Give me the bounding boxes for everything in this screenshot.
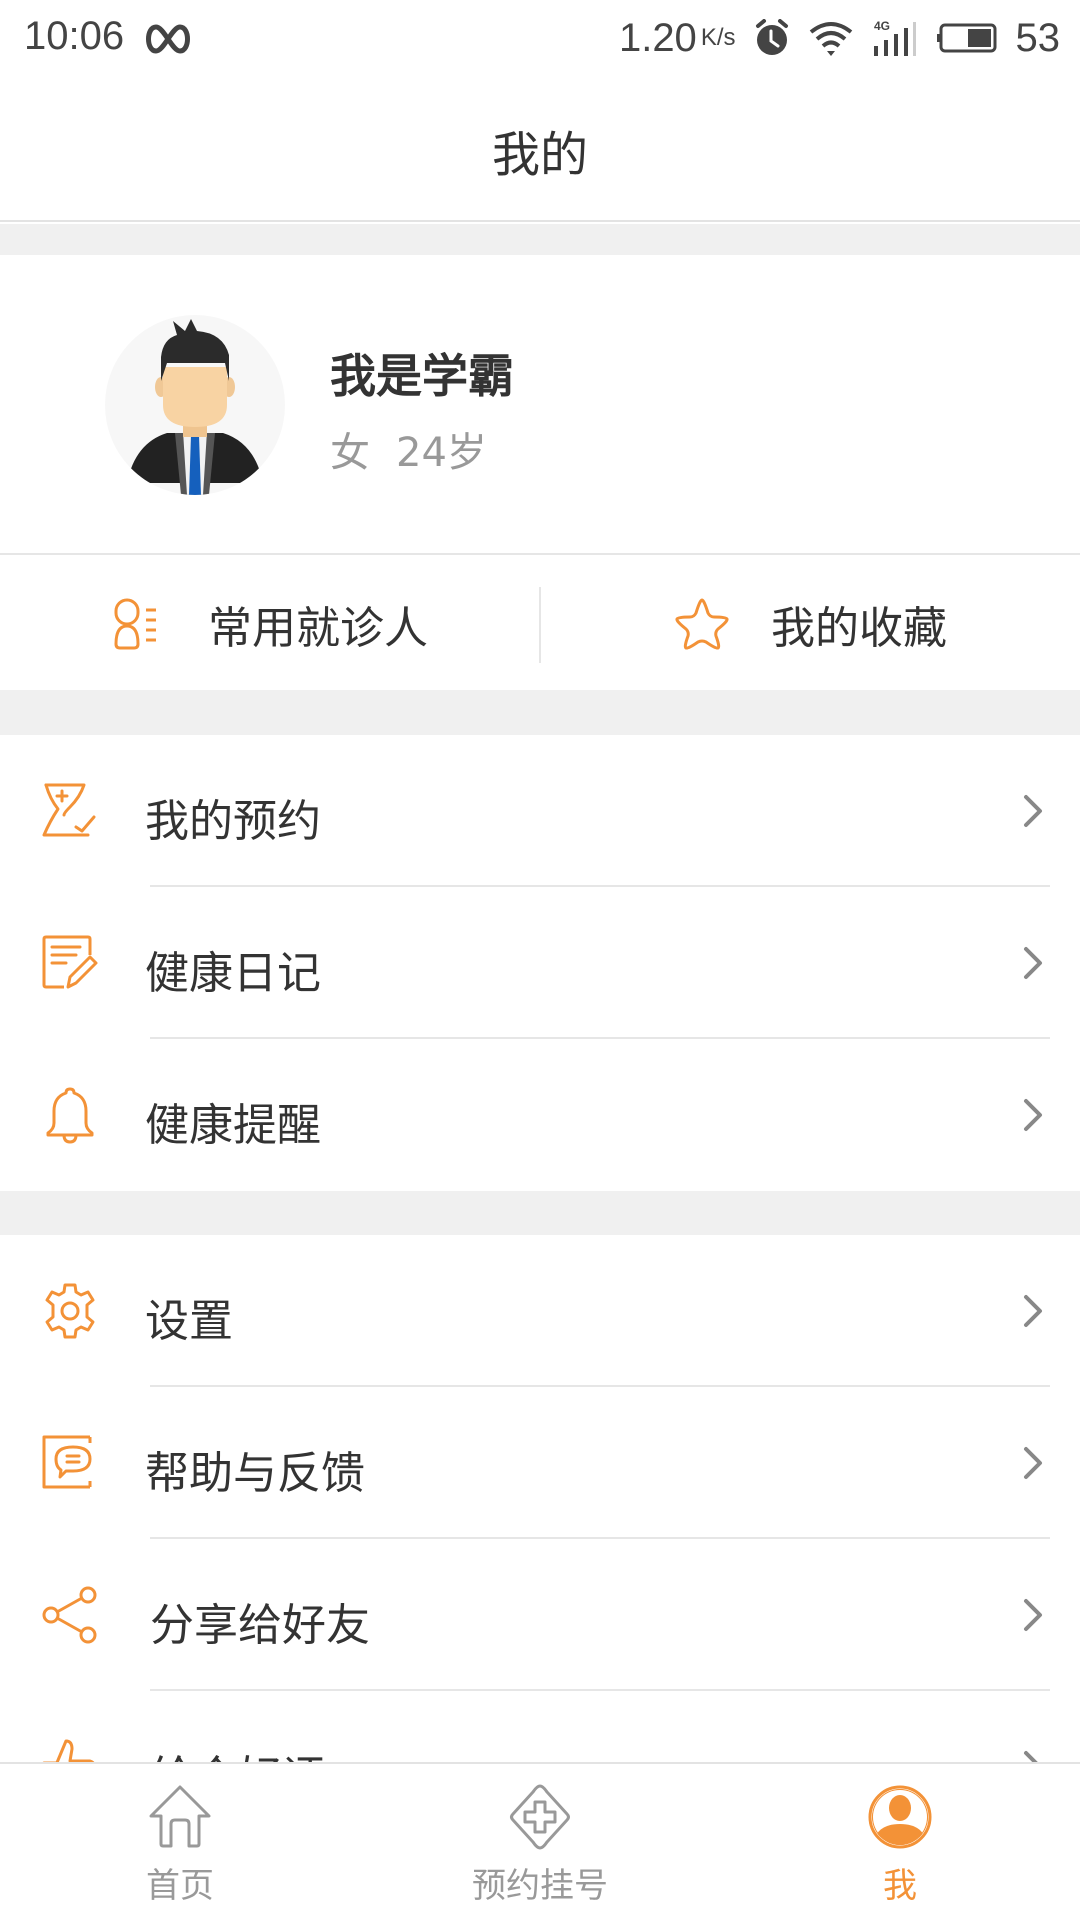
nav-tab-me[interactable]: 我 [720,1764,1080,1920]
page-title: 我的 [491,127,588,183]
vertical-divider [539,587,541,663]
quick-item-label: 常用就诊人 [208,602,428,654]
nav-label: 我 [883,1866,917,1906]
quick-item-label: 我的收藏 [771,602,947,654]
menu-item-my-appointments[interactable]: 我的预约 [0,735,1080,887]
bell-icon [46,1087,94,1144]
menu-group-1: 我的预约 健康日记 健康提醒 [0,735,1080,1191]
page-header: 我的 [0,80,1080,222]
status-bar: 10:06 1.20 K/s 4G 53 [0,0,1080,80]
nav-label: 首页 [146,1866,214,1906]
menu-item-label: 健康日记 [145,948,321,999]
menu-item-label: 帮助与反馈 [145,1448,365,1499]
profile-age: 24岁 [396,430,487,476]
home-icon [149,1785,211,1848]
menu-item-health-reminder[interactable]: 健康提醒 [0,1039,1080,1191]
signal-4g-icon: 4G [873,19,916,56]
menu-item-label: 健康提醒 [145,1100,321,1151]
patients-icon [114,598,156,649]
menu-item-share[interactable]: 分享给好友 [0,1539,1080,1691]
net-speed: 1.20 K/s [619,16,736,61]
infinity-icon [146,24,190,54]
menu-item-label: 分享给好友 [150,1600,370,1651]
medical-cross-icon [510,1784,570,1850]
svg-text:4G: 4G [874,19,890,33]
alarm-icon [755,19,788,55]
avatar[interactable] [105,315,285,495]
menu-item-settings[interactable]: 设置 [0,1235,1080,1387]
user-icon [868,1785,932,1849]
battery-level: 53 [1015,15,1061,60]
menu-group-2: 设置 帮助与反馈 分享给好友 [0,1235,1080,1843]
section-gap [0,690,1080,735]
share-icon [42,1586,97,1644]
profile-name: 我是学霸 [330,349,514,403]
hourglass-check-icon [42,783,96,837]
chevron-right-icon [1024,1447,1042,1479]
menu-item-label: 我的预约 [145,796,321,847]
note-edit-icon [42,935,98,989]
chevron-right-icon [1024,947,1042,979]
section-gap [0,1191,1080,1235]
menu-item-health-diary[interactable]: 健康日记 [0,887,1080,1039]
star-icon [675,597,729,650]
menu-item-label: 设置 [145,1296,233,1347]
menu-item-help-feedback[interactable]: 帮助与反馈 [0,1387,1080,1539]
nav-tab-home[interactable]: 首页 [0,1764,360,1920]
status-right: 1.20 K/s 4G 53 [619,10,1060,66]
status-time: 10:06 [24,14,125,58]
net-speed-unit: K/s [700,23,736,51]
section-gap [0,224,1080,255]
battery-icon [936,23,996,53]
profile-details: 女 24岁 [330,420,513,478]
net-speed-value: 1.20 [618,15,697,60]
chevron-right-icon [1024,795,1042,827]
nav-label: 预约挂号 [472,1866,608,1906]
feedback-icon [42,1435,92,1489]
quick-item-favorites[interactable]: 我的收藏 [540,557,1080,690]
wifi-icon [809,22,852,56]
quick-item-frequent-patients[interactable]: 常用就诊人 [0,557,540,690]
chevron-right-icon [1024,1099,1042,1131]
nav-tab-appointment[interactable]: 预约挂号 [360,1764,720,1920]
avatar-image [127,319,263,495]
gear-icon [45,1283,95,1339]
bottom-nav: 首页 预约挂号 我 [0,1762,1080,1920]
chevron-right-icon [1024,1599,1042,1631]
chevron-right-icon [1024,1295,1042,1327]
quick-actions: 常用就诊人 我的收藏 [0,557,1080,690]
profile-gender: 女 [330,430,370,476]
profile-card[interactable]: 我是学霸 女 24岁 [0,255,1080,555]
